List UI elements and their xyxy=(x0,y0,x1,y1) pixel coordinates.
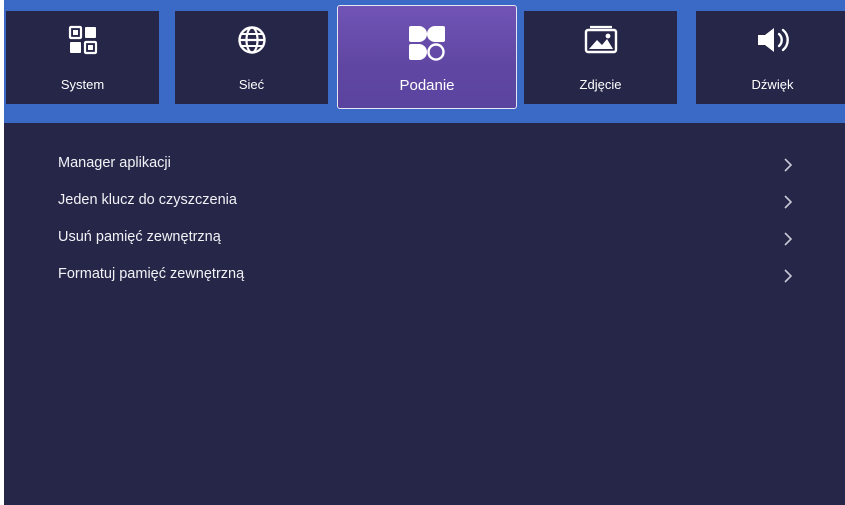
menu-item-remove-external-storage[interactable]: Usuń pamięć zewnętrzną xyxy=(4,220,845,257)
tab-applications[interactable]: Podanie xyxy=(337,5,517,109)
chevron-right-icon xyxy=(782,157,794,173)
photo-icon xyxy=(584,25,618,55)
tab-system-label: System xyxy=(60,77,105,92)
settings-screen: System Sieć Podanie Zdjęcie Dźwięk Manag… xyxy=(4,0,845,505)
settings-menu: Manager aplikacji Jeden klucz do czyszcz… xyxy=(4,146,845,294)
chevron-right-icon xyxy=(782,268,794,284)
tab-picture-label: Zdjęcie xyxy=(579,77,622,92)
chevron-right-icon xyxy=(782,194,794,210)
system-grid-icon xyxy=(66,25,100,55)
tab-network-label: Sieć xyxy=(238,77,265,92)
menu-item-format-external-storage[interactable]: Formatuj pamięć zewnętrzną xyxy=(4,257,845,294)
menu-item-label: Usuń pamięć zewnętrzną xyxy=(58,229,221,245)
tab-sound-label: Dźwięk xyxy=(751,77,794,92)
menu-item-app-manager[interactable]: Manager aplikacji xyxy=(4,146,845,183)
menu-item-label: Manager aplikacji xyxy=(58,155,171,171)
menu-item-label: Jeden klucz do czyszczenia xyxy=(58,192,237,208)
top-tab-bar: System Sieć Podanie Zdjęcie Dźwięk xyxy=(4,0,845,123)
tab-network[interactable]: Sieć xyxy=(175,11,328,104)
tab-picture[interactable]: Zdjęcie xyxy=(524,11,677,104)
tab-system[interactable]: System xyxy=(6,11,159,104)
tab-sound[interactable]: Dźwięk xyxy=(696,11,845,104)
menu-item-one-key-clean[interactable]: Jeden klucz do czyszczenia xyxy=(4,183,845,220)
apps-icon xyxy=(406,24,448,62)
menu-item-label: Formatuj pamięć zewnętrzną xyxy=(58,266,245,282)
chevron-right-icon xyxy=(782,231,794,247)
speaker-icon xyxy=(756,25,790,55)
globe-icon xyxy=(235,25,269,55)
tab-applications-label: Podanie xyxy=(399,77,455,94)
